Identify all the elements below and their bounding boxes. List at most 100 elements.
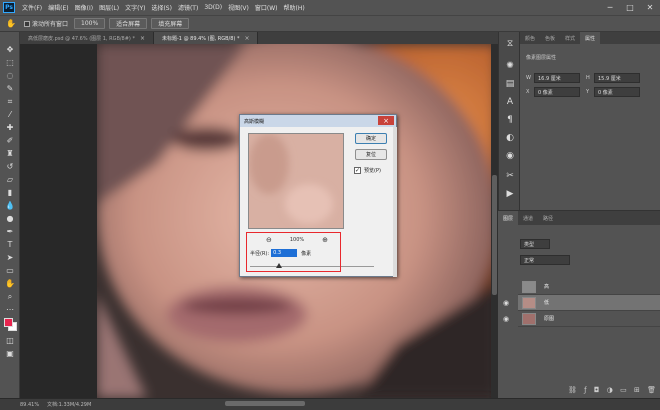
foreground-color-swatch[interactable] [4,318,13,327]
delete-layer-icon[interactable]: 🗑 [647,386,656,395]
dialog-close-icon[interactable]: × [378,116,394,125]
tab-styles[interactable]: 样式 [560,32,580,44]
menu-view[interactable]: 视图(V) [225,3,252,12]
menu-layer[interactable]: 图层(L) [96,3,122,12]
x-field[interactable]: 0 像素 [534,87,580,97]
doc-tab-2[interactable]: 未标题-1 @ 89.4% (图, RGB/8) * × [154,32,259,44]
close-icon[interactable]: ✕ [640,0,660,15]
menu-filter[interactable]: 滤镜(T) [175,3,201,12]
tab-properties[interactable]: 属性 [580,32,601,44]
scroll-all-checkbox[interactable] [24,20,30,27]
blur-preview[interactable] [248,133,344,229]
more-tools-icon[interactable]: ⋯ [3,304,17,315]
reset-button[interactable]: 复位 [355,149,387,160]
menu-file[interactable]: 文件(F) [19,3,45,12]
menu-edit[interactable]: 编辑(E) [45,3,71,12]
hand-tool-icon[interactable]: ✋ [3,278,17,289]
quick-mask-icon[interactable]: ◫ [3,335,17,346]
layer-row-high[interactable]: 高 [518,279,660,295]
height-field[interactable]: 15.9 厘米 [594,73,640,83]
layers-panel: 图层 通道 路径 类型 正常 高 ◉ 低 ◉ 原图 ⛓ ƒ ◘ ◑ ▭ ⊞ 🗑 [498,210,660,398]
layer-kind-filter[interactable]: 类型 [520,239,550,249]
adjustments-panel-icon[interactable]: ✺ [504,60,516,72]
zoom-tool-icon[interactable]: ⌕ [3,291,17,302]
hand-tool-icon[interactable]: ✋ [4,18,18,30]
tab-color[interactable]: 颜色 [520,32,540,44]
properties-panel-tabs: 颜色 色板 样式 属性 [520,32,660,44]
clone-stamp-tool-icon[interactable]: ♜ [3,148,17,159]
history-panel-icon[interactable]: ⧖ [504,38,516,50]
tab-swatches[interactable]: 色板 [540,32,560,44]
add-mask-icon[interactable]: ◘ [594,386,600,395]
close-tab-icon[interactable]: × [140,35,145,42]
history-brush-tool-icon[interactable]: ↺ [3,161,17,172]
visibility-empty-icon[interactable] [501,282,511,292]
doc-tab-label: 未标题-1 @ 89.4% (图, RGB/8) * [162,35,240,42]
fill-screen-button[interactable]: 填充屏幕 [151,18,190,29]
fit-screen-button[interactable]: 适合屏幕 [109,18,148,29]
layer-name[interactable]: 原图 [544,315,554,322]
menu-window[interactable]: 窗口(W) [252,3,281,12]
navigator-panel-icon[interactable]: ▤ [504,78,516,90]
vertical-scroll-thumb[interactable] [492,175,497,295]
preview-checkbox[interactable]: ✓ [354,167,361,174]
rectangle-tool-icon[interactable]: ▭ [3,265,17,276]
eye-icon[interactable]: ◉ [501,298,511,308]
character-panel-icon[interactable]: A [504,96,516,108]
close-tab-icon[interactable]: × [244,35,249,42]
blur-tool-icon[interactable]: 💧 [3,200,17,211]
screen-mode-icon[interactable]: ▣ [3,348,17,359]
tab-layers[interactable]: 图层 [498,211,519,225]
menu-type[interactable]: 文字(Y) [122,3,148,12]
brush-tool-icon[interactable]: ✐ [3,135,17,146]
eye-icon[interactable]: ◉ [501,314,511,324]
menu-image[interactable]: 图像(I) [72,3,96,12]
paragraph-panel-icon[interactable]: ¶ [504,114,516,126]
actions-panel-icon[interactable]: ▶ [504,188,516,200]
ok-button[interactable]: 确定 [355,133,387,144]
layer-style-icon[interactable]: ƒ [584,386,586,395]
tab-channels[interactable]: 通道 [518,211,538,225]
layer-row-low[interactable]: ◉ 低 [503,295,660,311]
pen-tool-icon[interactable]: ✒ [3,226,17,237]
tab-paths[interactable]: 路径 [538,211,558,225]
minimize-icon[interactable]: ─ [600,0,620,15]
blend-mode-select[interactable]: 正常 [520,255,570,265]
maximize-icon[interactable]: □ [620,0,640,15]
y-field[interactable]: 0 像素 [594,87,640,97]
new-group-icon[interactable]: ▭ [620,386,627,395]
layer-row-original[interactable]: ◉ 原图 [503,311,660,327]
link-layers-icon[interactable]: ⛓ [568,386,577,395]
dodge-tool-icon[interactable]: ● [3,213,17,224]
layer-name[interactable]: 低 [544,299,549,306]
menu-help[interactable]: 帮助(H) [281,3,308,12]
new-adjustment-icon[interactable]: ◑ [607,386,613,395]
clone-source-panel-icon[interactable]: ◉ [504,150,516,162]
new-layer-icon[interactable]: ⊞ [634,386,640,395]
move-tool-icon[interactable]: ✥ [3,44,17,55]
dialog-scrollbar[interactable] [393,127,397,277]
width-field[interactable]: 16.9 厘米 [534,73,580,83]
eyedropper-tool-icon[interactable]: ⁄ [3,109,17,120]
brush-panel-icon[interactable]: ◐ [504,132,516,144]
gradient-tool-icon[interactable]: ▮ [3,187,17,198]
menu-3d[interactable]: 3D(D) [201,4,225,11]
zoom-100-button[interactable]: 100% [74,18,106,29]
lasso-tool-icon[interactable]: ◌ [3,70,17,81]
panel-icon-strip: ⧖ ✺ ▤ A ¶ ◐ ◉ ✂ ▶ [498,32,520,210]
zoom-level[interactable]: 89.41% [0,402,39,408]
path-select-tool-icon[interactable]: ➤ [3,252,17,263]
menu-select[interactable]: 选择(S) [148,3,175,12]
quick-select-tool-icon[interactable]: ✎ [3,83,17,94]
type-tool-icon[interactable]: T [3,239,17,250]
tools-presets-icon[interactable]: ✂ [504,170,516,182]
eraser-tool-icon[interactable]: ▱ [3,174,17,185]
doc-tab-1[interactable]: 高低层磨皮.psd @ 47.6% (图层 1, RGB/8#) * × [20,32,154,44]
healing-brush-tool-icon[interactable]: ✚ [3,122,17,133]
dialog-title[interactable]: 高斯模糊 [240,115,396,127]
crop-tool-icon[interactable]: ⌗ [3,96,17,107]
marquee-tool-icon[interactable]: ⬚ [3,57,17,68]
layer-name[interactable]: 高 [544,283,549,290]
horizontal-scroll-thumb[interactable] [225,401,305,406]
preview-image [249,134,343,228]
